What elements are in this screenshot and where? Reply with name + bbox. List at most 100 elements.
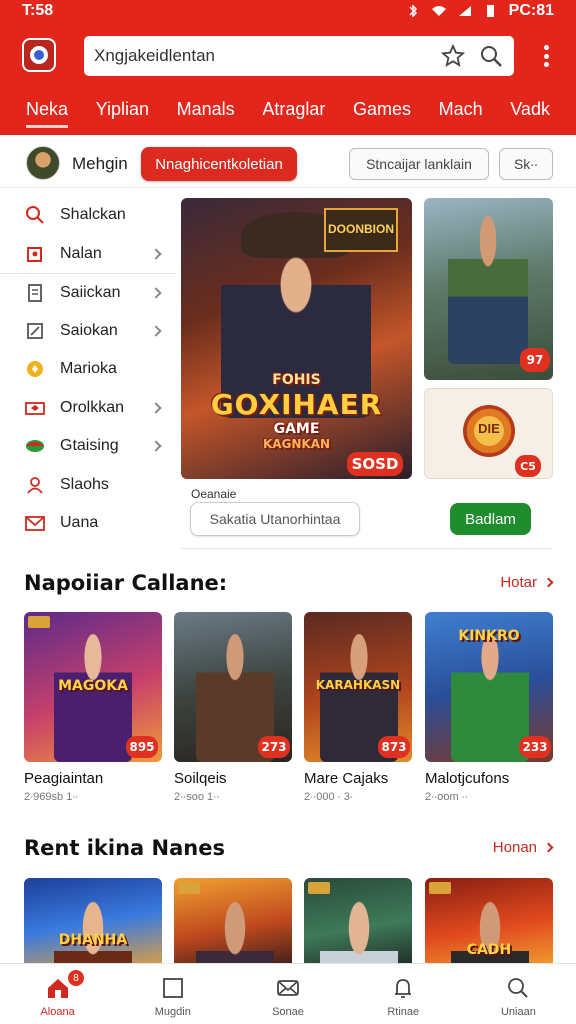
nav-rtinae[interactable]: Rtinae bbox=[346, 964, 461, 1024]
recent-more-link[interactable]: Honan bbox=[493, 839, 554, 856]
sidebar-item-label: Nalan bbox=[60, 244, 102, 262]
search-input[interactable]: Xngjakeidlentan bbox=[94, 46, 428, 66]
sort-dropdown[interactable]: Sk∙∙ bbox=[499, 148, 553, 180]
tab-neka[interactable]: Neka bbox=[26, 92, 69, 128]
search-icon bbox=[504, 974, 532, 1002]
game-card[interactable] bbox=[174, 878, 312, 968]
sidebar-item-shalckan[interactable]: Shalckan bbox=[0, 196, 176, 235]
star-icon[interactable] bbox=[440, 43, 466, 69]
game-rating-badge: 273 bbox=[258, 736, 290, 758]
sidebar-item-uana[interactable]: Uana bbox=[0, 504, 176, 543]
game-rating-badge: 233 bbox=[519, 736, 551, 758]
tab-manals[interactable]: Manals bbox=[177, 92, 235, 128]
tab-games[interactable]: Games bbox=[353, 92, 411, 128]
avatar[interactable] bbox=[26, 146, 60, 180]
emblem-text: DIE bbox=[478, 421, 500, 436]
ticket-icon bbox=[24, 397, 46, 419]
game-thumbnail bbox=[174, 878, 292, 968]
game-card[interactable]: MAGOKA 895 Peagiaintan 2∙969sb 1∙∙ bbox=[24, 612, 162, 803]
nav-label: Sonae bbox=[272, 1006, 304, 1018]
coin-icon bbox=[24, 358, 46, 380]
signal-icon bbox=[458, 6, 471, 16]
puzzle-icon bbox=[24, 243, 46, 265]
chevron-right-icon bbox=[543, 577, 554, 588]
game-meta: 2∙∙oom ∙∙ bbox=[425, 791, 468, 803]
game-thumbnail: CADH bbox=[425, 878, 553, 968]
featured-card-secondary[interactable]: 97 bbox=[424, 198, 553, 380]
game-thumbnail bbox=[304, 878, 412, 968]
sidebar-item-slaohs[interactable]: Slaohs bbox=[0, 466, 176, 505]
chevron-right-icon bbox=[150, 402, 162, 414]
search-icon bbox=[24, 204, 46, 226]
game-card[interactable] bbox=[304, 878, 442, 968]
nav-sonae[interactable]: Sonae bbox=[230, 964, 345, 1024]
banner-title: FOHIS GOXIHAER GAME KAGNKAN bbox=[210, 372, 383, 451]
secondary-filter-button[interactable]: Stncaijar lanklain bbox=[349, 148, 489, 180]
more-menu-icon[interactable] bbox=[538, 42, 554, 70]
primary-filter-button[interactable]: Nnaghicentkoletian bbox=[141, 147, 297, 181]
sidebar-item-saiokan[interactable]: Saiokan bbox=[0, 312, 176, 351]
sidebar-item-nalan[interactable]: Nalan bbox=[0, 235, 176, 274]
game-card[interactable]: CADH bbox=[425, 878, 563, 968]
notification-badge: 8 bbox=[68, 970, 84, 986]
popular-more-link[interactable]: Hotar bbox=[500, 574, 554, 591]
banner-rating-badge: SOSD bbox=[347, 452, 403, 476]
nav-uniaan[interactable]: Uniaan bbox=[461, 964, 576, 1024]
banner-sign: DOONBION bbox=[324, 208, 398, 252]
app-logo[interactable] bbox=[22, 38, 56, 72]
sidebar-item-label: Saiokan bbox=[60, 321, 118, 339]
sidebar-item-label: Marioka bbox=[60, 360, 117, 378]
sidebar-item-label: Gtaising bbox=[60, 437, 119, 455]
tab-atraglar[interactable]: Atraglar bbox=[262, 92, 325, 128]
sidebar-item-label: Uana bbox=[60, 514, 99, 532]
sidebar-item-marioka[interactable]: Marioka bbox=[0, 350, 176, 389]
tab-yiplian[interactable]: Yiplian bbox=[96, 92, 149, 128]
category-tabs: Neka Yiplian Manals Atraglar Games Mach … bbox=[0, 92, 576, 128]
game-card[interactable]: KARAHKASN 873 Mare Cajaks 2∙∙000 ∙ 3∙ bbox=[304, 612, 442, 803]
status-bar: T:58 PC:81 bbox=[0, 0, 576, 22]
nav-label: Rtinae bbox=[387, 1006, 420, 1018]
featured-action-button[interactable]: Badlam bbox=[450, 503, 531, 535]
chevron-right-icon bbox=[150, 287, 162, 299]
featured-banner[interactable]: DOONBION FOHIS GOXIHAER GAME KAGNKAN SOS… bbox=[181, 198, 412, 479]
sidebar-item-gtaising[interactable]: Gtaising bbox=[0, 427, 176, 466]
sidebar-item-label: Saiickan bbox=[60, 283, 121, 301]
mail-icon bbox=[24, 512, 46, 534]
chevron-right-icon bbox=[150, 440, 162, 452]
search-bar[interactable]: Xngjakeidlentan bbox=[84, 36, 514, 76]
game-card[interactable]: 273 Soilqeis 2∙∙soo 1∙∙ bbox=[174, 612, 312, 803]
sidebar-item-orolkkan[interactable]: Orolkkan bbox=[0, 389, 176, 428]
sidebar-item-label: Orolkkan bbox=[60, 398, 125, 416]
game-meta: 2∙969sb 1∙∙ bbox=[24, 791, 79, 803]
app-header: T:58 PC:81 Xngjakeidlentan Neka Yiplian … bbox=[0, 0, 576, 135]
game-meta: 2∙∙soo 1∙∙ bbox=[174, 791, 220, 803]
search-icon[interactable] bbox=[478, 43, 504, 69]
sidebar-item-saiickan[interactable]: Saiickan bbox=[0, 273, 176, 312]
game-card[interactable]: KINKRO 233 Malotjcufons 2∙∙oom ∙∙ bbox=[425, 612, 563, 803]
card-character-art bbox=[448, 214, 528, 364]
game-thumbnail: KARAHKASN 873 bbox=[304, 612, 412, 762]
chevron-right-icon bbox=[150, 325, 162, 337]
sidebar: Shalckan Nalan Saiickan Saiokan Marioka … bbox=[0, 196, 176, 543]
game-card[interactable]: DHANHA bbox=[24, 878, 162, 968]
featured-input-field[interactable]: Sakatia Utanorhintaa bbox=[190, 502, 360, 536]
filter-row: Mehgin Nnaghicentkoletian Stncaijar lank… bbox=[0, 140, 576, 188]
card-rating-badge: C5 bbox=[515, 455, 541, 477]
bell-icon bbox=[389, 974, 417, 1002]
nav-home[interactable]: 8 Aloana bbox=[0, 964, 115, 1024]
username: Mehgin bbox=[72, 154, 128, 173]
sidebar-item-label: Slaohs bbox=[60, 475, 109, 493]
tab-mach[interactable]: Mach bbox=[439, 92, 483, 128]
bluetooth-icon bbox=[409, 5, 417, 17]
edit-icon bbox=[24, 320, 46, 342]
recent-section-title: Rent ikina Nanes bbox=[24, 836, 225, 860]
flag-icon bbox=[24, 435, 46, 457]
featured-card-emblem[interactable]: DIE C5 bbox=[424, 388, 553, 479]
nav-mugdin[interactable]: Mugdin bbox=[115, 964, 230, 1024]
tab-vadk[interactable]: Vadk bbox=[510, 92, 550, 128]
divider bbox=[181, 548, 553, 549]
square-icon bbox=[159, 974, 187, 1002]
battery-icon bbox=[486, 5, 494, 17]
status-time: T:58 bbox=[22, 2, 54, 19]
user-icon bbox=[24, 474, 46, 496]
